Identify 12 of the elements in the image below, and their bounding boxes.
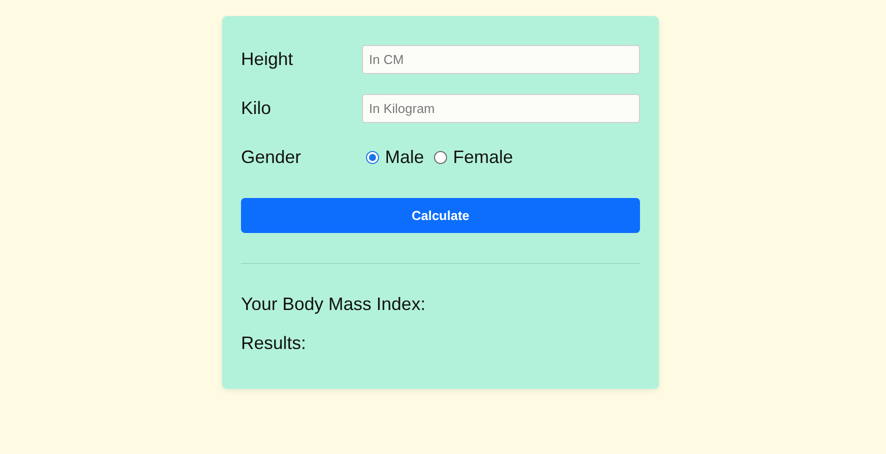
radio-label[interactable]: Female [453,147,514,168]
field-label: Gender [241,147,302,168]
radio-label[interactable]: Male [385,147,424,168]
input-field[interactable]: In Kilogram [362,94,640,123]
radio-button[interactable] [434,151,448,164]
field-label: Height [241,49,294,70]
field-label: Kilo [241,98,272,119]
radio-button[interactable] [366,151,379,164]
result-text: Your Body Mass Index: [241,294,426,315]
result-text: Results: [241,333,308,354]
input-field[interactable]: In CM [362,45,640,74]
calculate-button[interactable]: Calculate [241,198,640,233]
